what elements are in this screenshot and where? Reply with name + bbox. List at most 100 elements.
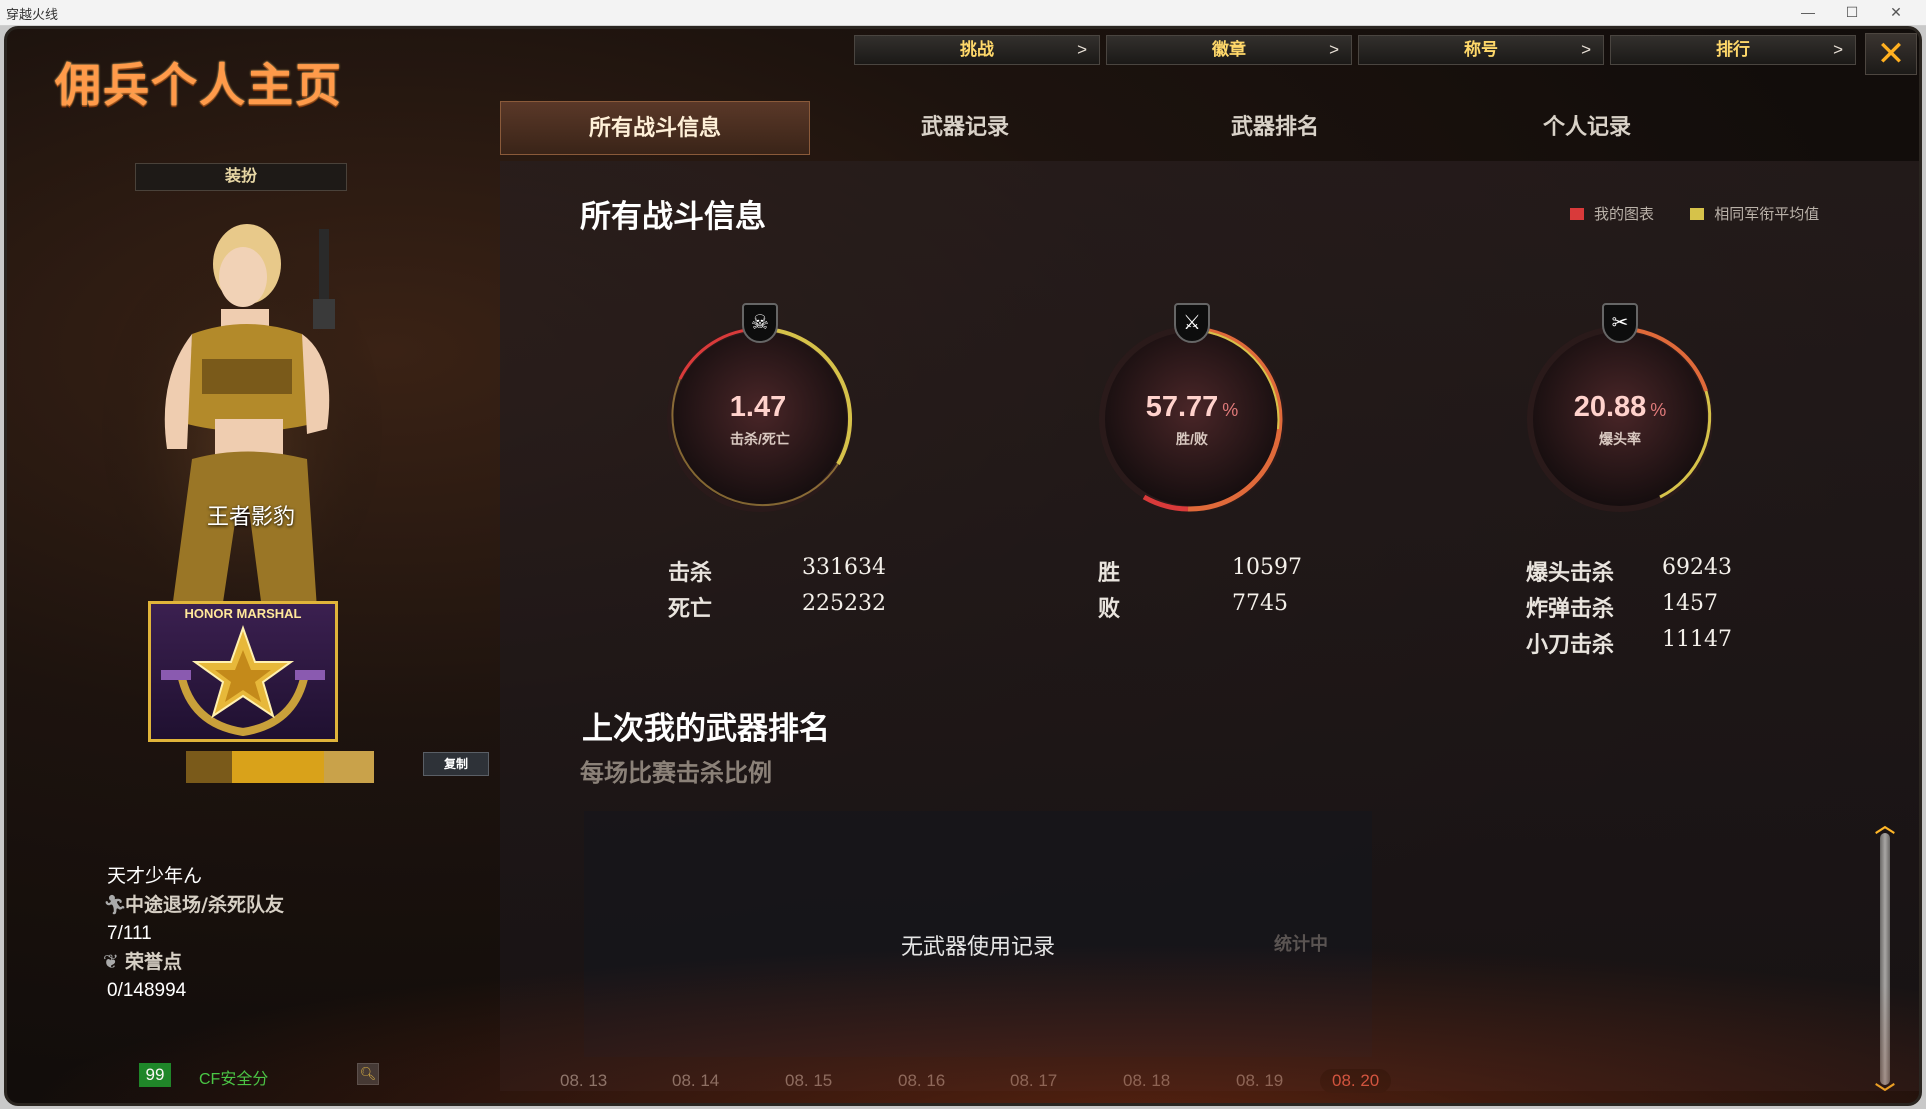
losses-stat: 败 7745 <box>1098 591 1288 623</box>
headshot-kills-stat: 爆头击杀 69243 <box>1526 555 1732 587</box>
legend-mine: 我的图表 <box>1570 203 1654 224</box>
stat-label: 败 <box>1098 597 1121 622</box>
date-tab[interactable]: 08. 16 <box>898 1071 945 1091</box>
security-score: 99 CF安全分 🔍︎ <box>139 1061 459 1091</box>
rank-progress-bar <box>186 751 374 783</box>
character-name: 王者影豹 <box>207 505 296 530</box>
copy-button[interactable]: 复制 <box>423 752 489 776</box>
win-rate-gauge: ⚔ 57.77% 胜/败 <box>1092 303 1292 529</box>
running-figure-icon: 🏃︎ <box>103 895 128 916</box>
chart-legend: 我的图表 相同军衔平均值 <box>1570 203 1851 224</box>
nav-badge-button[interactable]: 徽章 > <box>1106 35 1352 65</box>
weapon-ranking-title: 上次我的武器排名 <box>582 711 830 747</box>
nav-ranking-button[interactable]: 排行 > <box>1610 35 1856 65</box>
weapon-chart-area: 无武器使用记录 统计中 <box>584 811 1372 1057</box>
quit-kill-label: 中途退场/杀死队友 <box>125 894 284 916</box>
tab-all-battle-info[interactable]: 所有战斗信息 <box>500 101 810 155</box>
stat-label: 小刀击杀 <box>1526 633 1615 658</box>
tab-bar: 所有战斗信息 武器记录 武器排名 个人记录 <box>500 101 1919 155</box>
crossed-swords-icon: ⚔ <box>1174 303 1210 343</box>
date-tab[interactable]: 08. 19 <box>1236 1071 1283 1091</box>
legend-average: 相同军衔平均值 <box>1690 203 1819 224</box>
security-score-label: CF安全分 <box>199 1071 269 1088</box>
maximize-button[interactable]: ☐ <box>1830 0 1874 26</box>
bar-segment <box>324 751 374 783</box>
stat-value: 331634 <box>802 555 886 580</box>
stat-label: 炸弹击杀 <box>1526 597 1615 622</box>
laurel-icon: ❦ <box>103 952 119 973</box>
kills-stat: 击杀 331634 <box>668 555 886 587</box>
skull-icon: ☠ <box>742 303 778 343</box>
quit-kill-value: 7/111 <box>107 923 152 944</box>
rank-badge: HONOR MARSHAL <box>148 601 338 742</box>
nav-label: 徽章 <box>1212 40 1246 59</box>
date-tab[interactable]: 08. 14 <box>672 1071 719 1091</box>
chevron-right-icon: > <box>1329 40 1339 59</box>
weapon-ranking-subtitle: 每场比赛击杀比例 <box>580 759 772 787</box>
nav-label: 排行 <box>1716 40 1750 59</box>
nav-label: 称号 <box>1464 40 1498 59</box>
date-tab[interactable]: 08. 18 <box>1123 1071 1170 1091</box>
gauge-value: 1.47 <box>729 391 787 423</box>
chevron-right-icon: > <box>1833 40 1843 59</box>
legend-swatch <box>1690 208 1705 220</box>
legend-swatch <box>1570 208 1584 220</box>
section-title: 所有战斗信息 <box>580 199 766 235</box>
rifle-icon: ✂ <box>1602 303 1638 343</box>
stat-value: 11147 <box>1662 627 1732 652</box>
player-nickname: 天才少年ん <box>107 866 203 887</box>
tab-weapon-records[interactable]: 武器记录 <box>810 101 1120 155</box>
date-tab[interactable]: 08. 17 <box>1010 1071 1057 1091</box>
stat-value: 10597 <box>1232 555 1302 580</box>
stat-value: 69243 <box>1662 555 1732 580</box>
stat-label: 爆头击杀 <box>1526 561 1615 586</box>
badge-title: HONOR MARSHAL <box>184 606 302 621</box>
no-weapon-record-text: 无武器使用记录 <box>900 934 1055 959</box>
bar-segment <box>232 751 324 783</box>
date-tab-active[interactable]: 08. 20 <box>1320 1069 1392 1093</box>
nav-title-button[interactable]: 称号 > <box>1358 35 1604 65</box>
nav-challenge-button[interactable]: 挑战 > <box>854 35 1100 65</box>
page-title: 佣兵个人主页 <box>55 58 343 112</box>
headshot-rate-gauge: ✂ 20.88% 爆头率 <box>1520 303 1720 529</box>
top-nav: 挑战 > 徽章 > 称号 > 排行 > <box>854 35 1856 65</box>
tab-weapon-ranking[interactable]: 武器排名 <box>1120 101 1430 155</box>
honor-points-label: 荣誉点 <box>125 951 183 973</box>
battle-info-panel: 所有战斗信息 我的图表 相同军衔平均值 ☠ 1.47 击杀/死亡 ⚔ 57.77… <box>500 161 1919 1093</box>
deaths-stat: 死亡 225232 <box>668 591 886 623</box>
scrollbar[interactable]: ︿ ﹀ <box>1871 815 1899 1103</box>
main-frame: 佣兵个人主页 挑战 > 徽章 > 称号 > 排行 > ✕ 所有战斗信息 武器记录… <box>4 26 1922 1106</box>
date-axis: 08. 13 08. 14 08. 15 08. 16 08. 17 08. 1… <box>560 1069 1440 1101</box>
close-button[interactable]: ✕ <box>1865 33 1917 75</box>
stat-value: 1457 <box>1662 591 1718 616</box>
gauge-value: 57.77% <box>1145 391 1239 423</box>
stat-label: 击杀 <box>668 561 713 586</box>
kd-gauge: ☠ 1.47 击杀/死亡 <box>660 303 860 529</box>
dress-up-button[interactable]: 装扮 <box>135 163 347 191</box>
scroll-track[interactable] <box>1880 833 1890 1085</box>
search-icon[interactable]: 🔍︎ <box>357 1063 379 1085</box>
stat-in-progress-text: 统计中 <box>1274 934 1328 954</box>
chevron-right-icon: > <box>1581 40 1591 59</box>
date-tab[interactable]: 08. 15 <box>785 1071 832 1091</box>
gauge-value: 20.88% <box>1573 391 1667 423</box>
knife-kills-stat: 小刀击杀 11147 <box>1526 627 1732 659</box>
tab-personal-records[interactable]: 个人记录 <box>1432 101 1742 155</box>
character-portrait <box>97 209 387 619</box>
bomb-kills-stat: 炸弹击杀 1457 <box>1526 591 1718 623</box>
legend-label: 相同军衔平均值 <box>1714 206 1820 223</box>
window-titlebar: 穿越火线 — ☐ ✕ <box>0 0 1926 26</box>
nav-label: 挑战 <box>960 40 994 59</box>
stat-value: 7745 <box>1232 591 1288 616</box>
date-tab[interactable]: 08. 13 <box>560 1071 607 1091</box>
stat-label: 死亡 <box>668 597 713 622</box>
minimize-button[interactable]: — <box>1786 0 1830 26</box>
security-score-value: 99 <box>139 1063 171 1087</box>
gauge-label: 胜/败 <box>1176 431 1208 447</box>
stat-value: 225232 <box>802 591 886 616</box>
bar-segment <box>186 751 232 783</box>
character-figure <box>102 224 382 619</box>
window-close-button[interactable]: ✕ <box>1874 0 1918 26</box>
scroll-down-icon[interactable]: ﹀ <box>1871 1077 1899 1103</box>
legend-label: 我的图表 <box>1594 206 1655 223</box>
